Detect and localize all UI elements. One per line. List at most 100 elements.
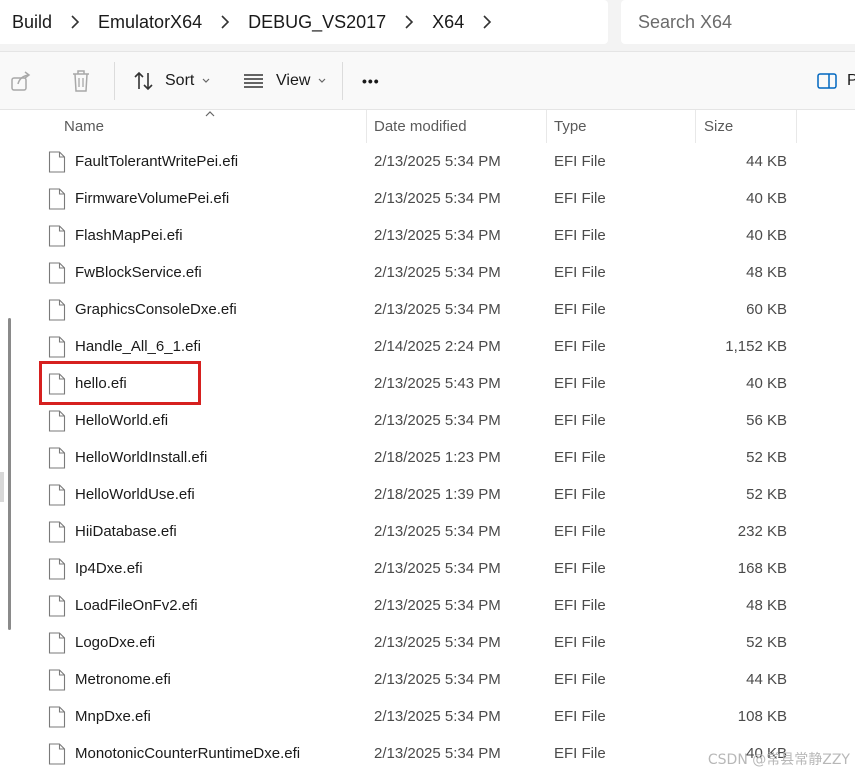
file-name: FlashMapPei.efi	[75, 227, 183, 244]
address-bar: Build EmulatorX64 DEBUG_VS2017 X64 Searc…	[0, 0, 855, 52]
file-icon	[48, 187, 66, 210]
file-size: 1,152 KB	[725, 338, 787, 355]
file-row[interactable]: Ip4Dxe.efi 2/13/2025 5:34 PM EFI File 168 K…	[0, 550, 855, 587]
file-name-cell[interactable]: FwBlockService.efi	[48, 254, 366, 291]
file-name-cell[interactable]: Metronome.efi	[48, 661, 366, 698]
file-size: 108 KB	[737, 708, 787, 725]
file-row[interactable]: Handle_All_6_1.efi 2/14/2025 2:24 PM EFI F…	[0, 328, 855, 365]
file-rows: FaultTolerantWritePei.efi 2/13/2025 5:34 …	[0, 143, 855, 772]
file-row[interactable]: Metronome.efi 2/13/2025 5:34 PM EFI File 44…	[0, 661, 855, 698]
sort-label: Sort	[165, 72, 195, 89]
file-row[interactable]: hello.efi 2/13/2025 5:43 PM EFI File 40 KB	[0, 365, 855, 402]
trash-icon[interactable]	[70, 69, 92, 98]
file-icon	[48, 557, 66, 580]
column-header-name[interactable]: Name	[64, 110, 104, 143]
file-size: 52 KB	[746, 449, 787, 466]
file-date: 2/13/2025 5:34 PM	[374, 153, 501, 170]
file-name-cell[interactable]: FlashMapPei.efi	[48, 217, 366, 254]
breadcrumb-item-x64[interactable]: X64	[424, 12, 472, 33]
file-row[interactable]: FlashMapPei.efi 2/13/2025 5:34 PM EFI File…	[0, 217, 855, 254]
file-name-cell[interactable]: hello.efi	[48, 365, 366, 402]
file-name: HelloWorld.efi	[75, 412, 169, 429]
column-separator[interactable]	[546, 110, 547, 143]
file-row[interactable]: FaultTolerantWritePei.efi 2/13/2025 5:34 …	[0, 143, 855, 180]
file-icon	[48, 520, 66, 543]
file-type: EFI File	[554, 523, 606, 540]
file-size: 52 KB	[746, 634, 787, 651]
file-row[interactable]: HiiDatabase.efi 2/13/2025 5:34 PM EFI File…	[0, 513, 855, 550]
file-name: HelloWorldInstall.efi	[75, 449, 208, 466]
file-name-cell[interactable]: MnpDxe.efi	[48, 698, 366, 735]
column-header-type[interactable]: Type	[554, 110, 587, 143]
toolbar-divider	[114, 62, 115, 100]
breadcrumb[interactable]: Build EmulatorX64 DEBUG_VS2017 X64	[0, 0, 608, 44]
preview-pane-button[interactable]: P	[817, 52, 855, 110]
file-list: Name Date modified Type Size FaultTolera…	[0, 110, 855, 775]
file-name-cell[interactable]: FaultTolerantWritePei.efi	[48, 143, 366, 180]
column-separator[interactable]	[695, 110, 696, 143]
column-separator[interactable]	[366, 110, 367, 143]
file-icon	[48, 705, 66, 728]
view-icon	[243, 73, 264, 89]
file-name-cell[interactable]: HelloWorldUse.efi	[48, 476, 366, 513]
file-name-cell[interactable]: FirmwareVolumePei.efi	[48, 180, 366, 217]
file-name-cell[interactable]: HelloWorldInstall.efi	[48, 439, 366, 476]
file-type: EFI File	[554, 227, 606, 244]
share-icon[interactable]	[10, 70, 32, 97]
more-options-button[interactable]: •••	[362, 52, 380, 110]
file-name: Handle_All_6_1.efi	[75, 338, 201, 355]
file-size: 40 KB	[746, 227, 787, 244]
breadcrumb-item-emulatorx64[interactable]: EmulatorX64	[90, 12, 210, 33]
file-row[interactable]: LoadFileOnFv2.efi 2/13/2025 5:34 PM EFI Fi…	[0, 587, 855, 624]
file-row[interactable]: HelloWorldInstall.efi 2/18/2025 1:23 PM EF…	[0, 439, 855, 476]
chevron-right-icon[interactable]	[210, 15, 240, 29]
file-name-cell[interactable]: HelloWorld.efi	[48, 402, 366, 439]
sort-icon	[133, 71, 155, 91]
preview-pane-icon	[817, 73, 837, 89]
file-size: 48 KB	[746, 264, 787, 281]
sort-ascending-icon	[205, 108, 215, 120]
file-row[interactable]: MnpDxe.efi 2/13/2025 5:34 PM EFI File 108 K…	[0, 698, 855, 735]
file-name-cell[interactable]: LoadFileOnFv2.efi	[48, 587, 366, 624]
file-row[interactable]: HelloWorldUse.efi 2/18/2025 1:39 PM EFI Fi…	[0, 476, 855, 513]
file-row[interactable]: LogoDxe.efi 2/13/2025 5:34 PM EFI File 52 K…	[0, 624, 855, 661]
file-type: EFI File	[554, 153, 606, 170]
column-header-date[interactable]: Date modified	[374, 110, 467, 143]
view-button[interactable]: View	[243, 52, 326, 110]
file-name-cell[interactable]: HiiDatabase.efi	[48, 513, 366, 550]
file-size: 44 KB	[746, 153, 787, 170]
file-type: EFI File	[554, 745, 606, 762]
file-explorer-window: Build EmulatorX64 DEBUG_VS2017 X64 Searc…	[0, 0, 855, 775]
search-input[interactable]: Search X64	[621, 0, 855, 44]
file-name-cell[interactable]: Handle_All_6_1.efi	[48, 328, 366, 365]
file-row[interactable]: FwBlockService.efi 2/13/2025 5:34 PM EFI F…	[0, 254, 855, 291]
file-name-cell[interactable]: MonotonicCounterRuntimeDxe.efi	[48, 735, 366, 772]
file-name: Metronome.efi	[75, 671, 171, 688]
breadcrumb-item-build[interactable]: Build	[0, 12, 60, 33]
file-icon	[48, 224, 66, 247]
sort-button[interactable]: Sort	[133, 52, 210, 110]
file-icon	[48, 742, 66, 765]
file-name-cell[interactable]: LogoDxe.efi	[48, 624, 366, 661]
toolbar-divider	[342, 62, 343, 100]
file-size: 52 KB	[746, 486, 787, 503]
file-type: EFI File	[554, 264, 606, 281]
file-row[interactable]: HelloWorld.efi 2/13/2025 5:34 PM EFI File 5…	[0, 402, 855, 439]
column-header-size[interactable]: Size	[704, 110, 733, 143]
chevron-right-icon[interactable]	[394, 15, 424, 29]
breadcrumb-item-debug-vs2017[interactable]: DEBUG_VS2017	[240, 12, 394, 33]
chevron-right-icon[interactable]	[60, 15, 90, 29]
file-date: 2/13/2025 5:34 PM	[374, 560, 501, 577]
chevron-down-icon	[202, 76, 210, 87]
file-type: EFI File	[554, 190, 606, 207]
file-name-cell[interactable]: Ip4Dxe.efi	[48, 550, 366, 587]
file-row[interactable]: FirmwareVolumePei.efi 2/13/2025 5:34 PM EF…	[0, 180, 855, 217]
file-name-cell[interactable]: GraphicsConsoleDxe.efi	[48, 291, 366, 328]
file-row[interactable]: GraphicsConsoleDxe.efi 2/13/2025 5:34 PM E…	[0, 291, 855, 328]
file-name: GraphicsConsoleDxe.efi	[75, 301, 237, 318]
file-icon	[48, 298, 66, 321]
more-options-label: •••	[362, 73, 380, 89]
column-separator[interactable]	[796, 110, 797, 143]
file-date: 2/13/2025 5:34 PM	[374, 745, 501, 762]
chevron-right-icon[interactable]	[472, 15, 502, 29]
